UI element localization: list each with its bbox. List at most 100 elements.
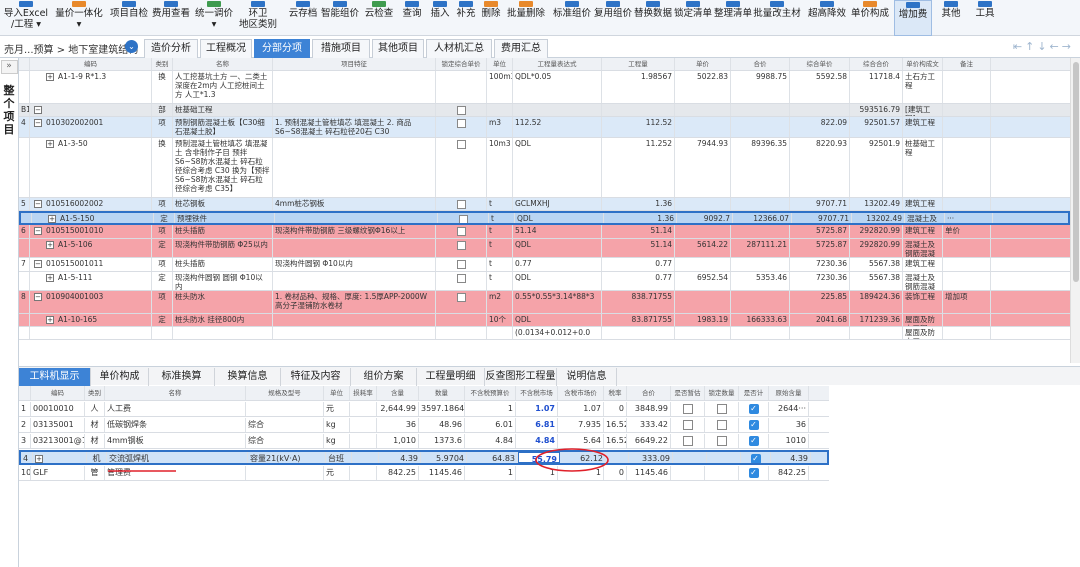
detail-tab-1[interactable]: 单价构成 [91,368,149,386]
resource-header-cell[interactable]: 合价 [627,386,671,400]
toolbar-button-17[interactable]: 锁定清单 [674,0,712,36]
detail-tab-0[interactable]: 工料机显示 [19,368,91,386]
toolbar-button-16[interactable]: 替换数据 [634,0,672,36]
lock-checkbox[interactable] [456,292,466,302]
expand-icon[interactable]: + [46,73,54,81]
table-row[interactable]: + A1-1-9 R*1.3 换人工挖基坑土方 一、二类土 深度在2m内 人工挖桩间… [19,71,1070,104]
detail-tab-3[interactable]: 换算信息 [215,368,281,386]
lock-checkbox[interactable] [456,118,466,128]
toolbar-button-14[interactable]: 标准组价 [552,0,592,36]
grid-header-cell[interactable] [19,58,30,70]
grid-header-cell[interactable]: 工程量表达式 [513,58,602,70]
table-row[interactable]: + A1-10-165 定桩头防水 挂径800内 10个 QDL 83.871755 198… [19,314,1070,327]
toolbar-button-9[interactable]: 查询 [398,0,426,36]
scrollbar-thumb[interactable] [1073,62,1079,282]
toolbar-button-12[interactable]: 删除 [480,0,502,36]
expand-icon[interactable]: + [46,274,54,282]
resource-header-cell[interactable]: 类别 [85,386,105,400]
pricing-checkbox[interactable]: ✓ [748,419,759,430]
table-row[interactable]: + A1-5-111 定现浇构件圆钢 圆钢 Φ10以内 t QDL 0.77 6952.54… [19,272,1070,291]
toolbar-button-4[interactable]: 统一调价 ▾ [192,0,236,36]
grid-header-cell[interactable]: 单价构成文件 [903,58,943,70]
lock-checkbox[interactable] [456,226,466,236]
grid-header-cell[interactable]: 备注 [943,58,991,70]
lock-checkbox[interactable] [716,435,727,446]
resource-row[interactable]: 1 00010010 人人工费元 2,644.99 3597.1864 1 1.07 1.07… [19,402,829,417]
toolbar-button-24[interactable]: 工具 [970,0,1000,36]
resource-header-cell[interactable]: 不含税市场价 [516,386,558,400]
vertical-scrollbar[interactable] [1070,58,1080,363]
toolbar-button-8[interactable]: 云检查 [362,0,396,36]
zg-checkbox[interactable] [682,419,693,430]
resource-header-cell[interactable]: 锁定数量 [705,386,739,400]
table-row[interactable]: 6−010515001010 项桩头插筋 现浇构件带肋钢筋 三级螺纹钢Φ16以上 t 5… [19,225,1070,239]
tab-2[interactable]: 分部分项 [254,39,310,58]
detail-tab-6[interactable]: 工程量明细 [417,368,485,386]
toolbar-button-11[interactable]: 补充 [454,0,478,36]
tab-5[interactable]: 人材机汇总 [426,39,492,58]
table-row[interactable]: (0.0134+0.012+0.0 屋面及防水工 [19,327,1070,340]
table-row[interactable]: + A1-3-50 换预制混凝土管桩填芯 填混凝土 含非制作子目 预拌S6~S8防水… [19,138,1070,198]
toolbar-button-21[interactable]: 单价构成 [848,0,892,36]
zg-checkbox[interactable] [682,435,693,446]
collapse-icon[interactable]: » [0,60,18,74]
pricing-checkbox[interactable]: ✓ [750,453,761,463]
pricing-checkbox[interactable]: ✓ [748,435,759,446]
lock-checkbox[interactable] [456,259,466,269]
grid-header-cell[interactable]: 锁定综合单价 [436,58,487,70]
toolbar-button-13[interactable]: 批量删除 [504,0,548,36]
grid-header-cell[interactable]: 名称 [173,58,273,70]
grid-header-cell[interactable]: 单价 [675,58,731,70]
lock-checkbox[interactable] [716,403,727,414]
lock-checkbox[interactable] [456,199,466,209]
expand-icon[interactable]: + [48,215,56,223]
resource-header-cell[interactable]: 名称 [105,386,246,400]
toolbar-button-20[interactable]: 超高降效 [808,0,846,36]
toolbar-button-18[interactable]: 整理清单 [714,0,752,36]
grid-header-cell[interactable]: 综合单价 [790,58,850,70]
toolbar-button-19[interactable]: 批量改主材 [752,0,802,36]
grid-header-cell[interactable]: 综合合价 [850,58,903,70]
collapse-icon[interactable]: − [34,119,42,127]
expand-icon[interactable]: + [35,454,43,463]
table-row[interactable]: 8−010904001003 项桩头防水 1. 卷材品种、规格、厚度: 1.5厚AP… [19,291,1070,314]
toolbar-button-3[interactable]: 费用查看 [152,0,190,36]
toolbar-button-6[interactable]: 云存档 [288,0,318,36]
grid-header-cell[interactable]: 单位 [487,58,513,70]
tab-3[interactable]: 措施项目 [312,39,370,58]
lock-checkbox[interactable] [456,105,466,115]
toolbar-button-1[interactable]: 量价一体化 ▾ [52,0,106,36]
resource-header-cell[interactable]: 数量 [419,386,465,400]
collapse-icon[interactable]: − [34,227,42,235]
toolbar-button-10[interactable]: 插入 [428,0,452,36]
grid-header-cell[interactable]: 工程量 [602,58,675,70]
toolbar-button-23[interactable]: 其他 [934,0,968,36]
collapse-icon[interactable]: − [34,260,42,268]
table-row[interactable]: + A1-5-150 定预埋铁件 t QDL 1.36 9092.7 12366.07 9707… [19,211,1070,225]
lock-checkbox[interactable] [456,273,466,283]
pricing-checkbox[interactable]: ✓ [748,403,759,414]
collapse-icon[interactable]: − [34,293,42,301]
resource-header-cell[interactable]: 单位 [324,386,350,400]
move-arrows-icon[interactable]: ⇤↑↓←→ [1013,40,1074,53]
toolbar-button-0[interactable]: 导入Excel/工程 ▾ [2,0,50,36]
tab-1[interactable]: 工程概况 [200,39,252,58]
resource-row[interactable]: 2 03135001 材低碳钢焊条 综合 kg 36 48.96 6.01 6.81 7.935 1… [19,418,829,433]
detail-tab-7[interactable]: 反查图形工程量 [485,368,557,386]
toolbar-button-15[interactable]: 复用组价 [594,0,632,36]
resource-header-cell[interactable]: 原始含量 [769,386,809,400]
detail-tab-4[interactable]: 特征及内容 [281,368,351,386]
resource-header-cell[interactable]: 是否计价 [739,386,769,400]
expand-icon[interactable]: + [46,140,54,148]
toolbar-button-5[interactable]: 环卫 地区类别 [238,0,278,36]
table-row[interactable]: 5−010516002002 项桩芯钢板 4mm桩芯钢板 t GCLMXHJ 1.36 97… [19,198,1070,211]
table-row[interactable]: B1− 部桩基础工程 593516.79[建筑工程] [19,104,1070,117]
zg-checkbox[interactable] [682,403,693,414]
table-row[interactable]: 4−010302002001 项预制钢筋混凝土板【C30细石混凝土胶】 1. 预制混… [19,117,1070,138]
detail-tab-2[interactable]: 标准换算 [149,368,215,386]
toolbar-button-22[interactable]: 增加费 [894,0,932,36]
toolbar-button-2[interactable]: 项目自检 [108,0,150,36]
resource-header-cell[interactable]: 是否暂估 [671,386,705,400]
grid-header-cell[interactable]: 合价 [731,58,790,70]
lock-checkbox[interactable] [456,240,466,250]
